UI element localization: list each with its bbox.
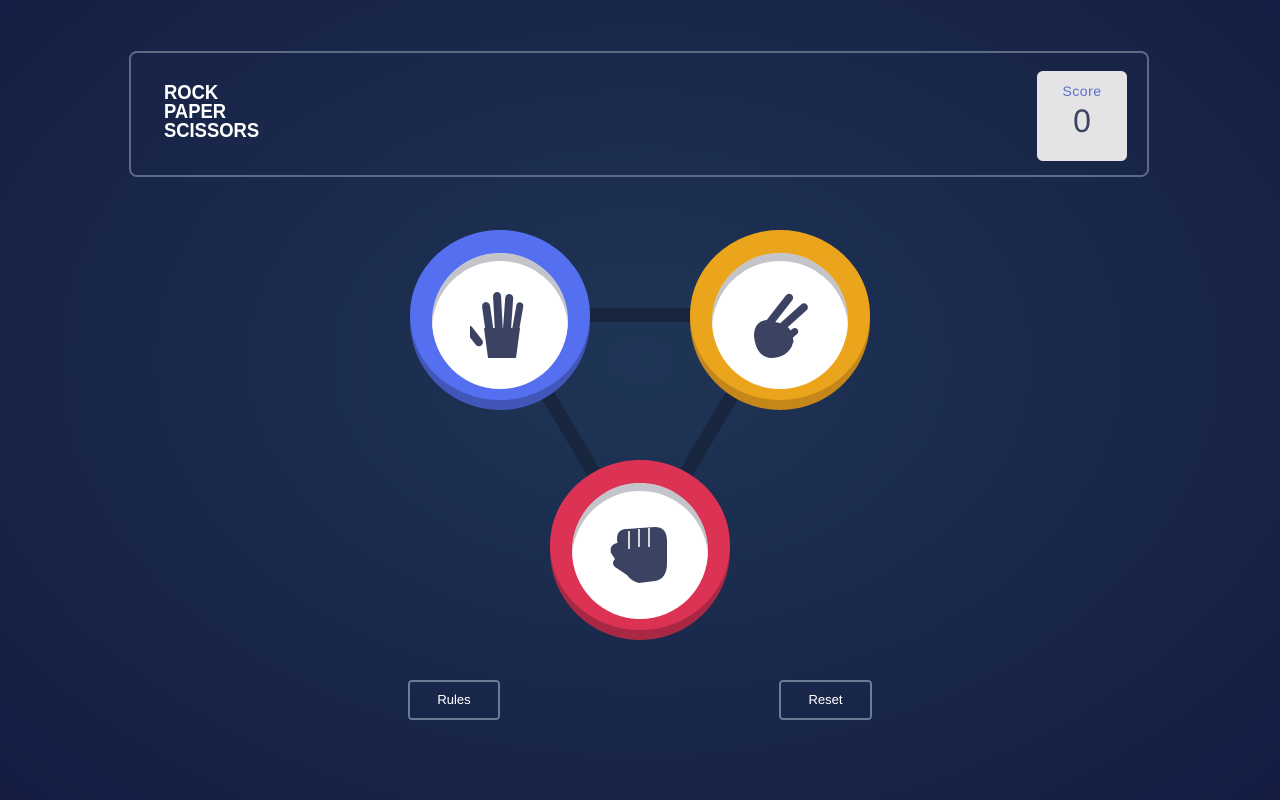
rock-fist-icon [610,527,667,583]
score-box: Score 0 [1037,71,1127,161]
game-header: ROCK PAPER SCISSORS Score 0 [129,51,1149,177]
reset-button[interactable]: Reset [779,680,872,720]
rock-choice-button[interactable] [550,460,730,640]
logo-line-scissors: SCISSORS [164,120,260,142]
game-logo: ROCK PAPER SCISSORS [164,83,260,142]
scissors-hand-icon [754,293,808,358]
score-label: Score [1062,83,1102,99]
scissors-choice-button[interactable] [690,230,870,410]
rules-button[interactable]: Rules [408,680,500,720]
paper-choice-button[interactable] [410,230,590,410]
score-value: 0 [1073,103,1091,139]
paper-hand-icon [470,292,524,358]
